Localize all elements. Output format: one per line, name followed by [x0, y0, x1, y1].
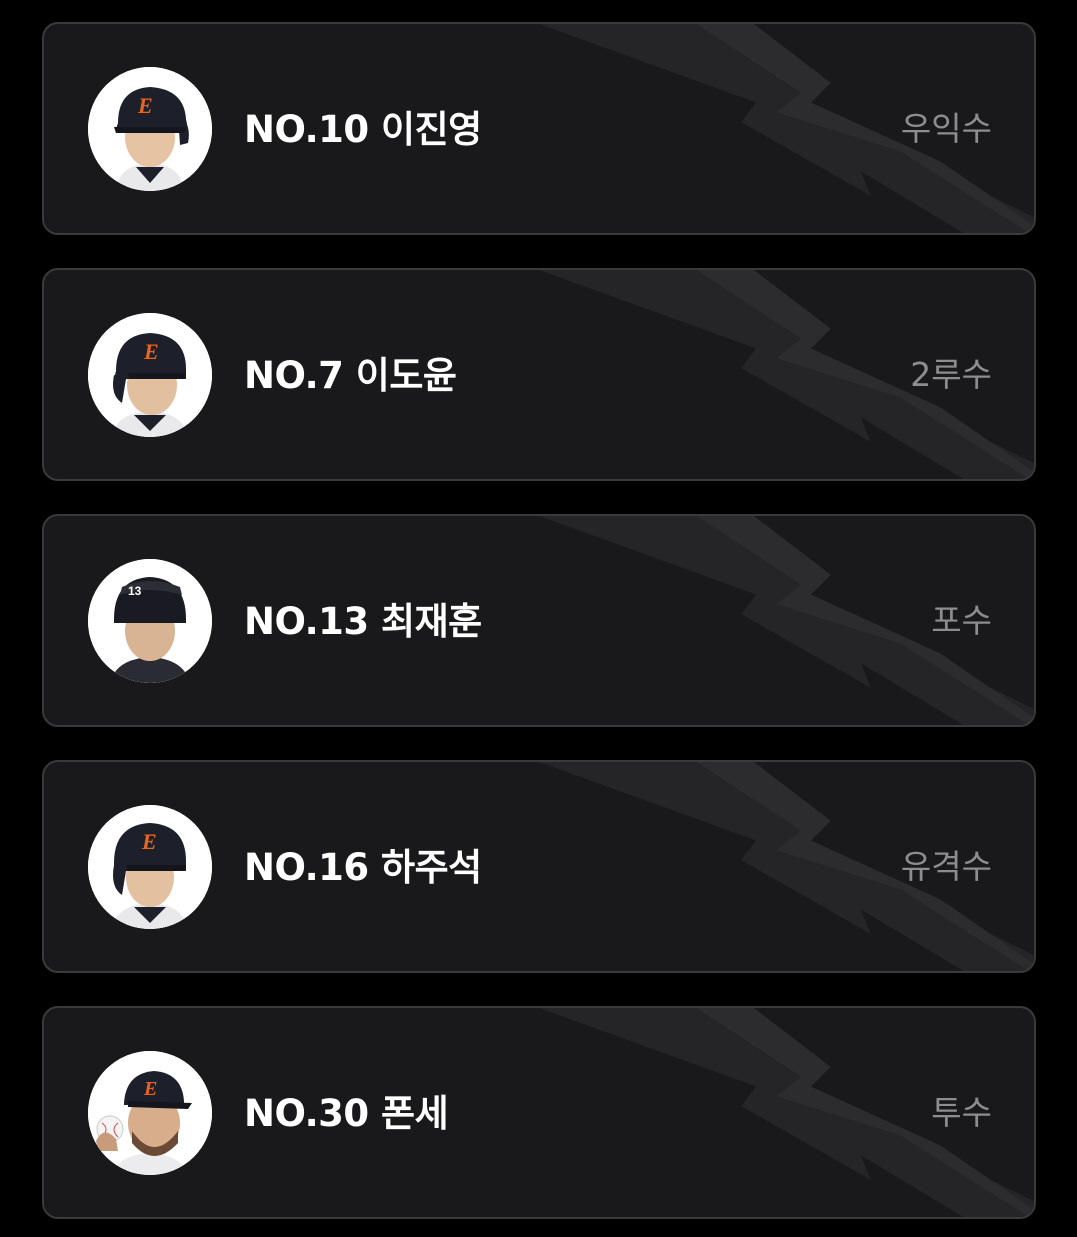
player-card-13[interactable]: 13 NO.13 최재훈 포수 — [42, 514, 1036, 727]
player-avatar: E — [88, 805, 212, 929]
svg-text:E: E — [143, 339, 159, 364]
player-card-7[interactable]: E NO.7 이도윤 2루수 — [42, 268, 1036, 481]
player-name: NO.10 이진영 — [244, 108, 482, 151]
player-card-10[interactable]: E NO.10 이진영 우익수 — [42, 22, 1036, 235]
player-avatar: E — [88, 313, 212, 437]
player-avatar: E — [88, 1051, 212, 1175]
player-name: NO.13 최재훈 — [244, 600, 482, 643]
player-position: 유격수 — [900, 847, 992, 886]
player-name: NO.7 이도윤 — [244, 354, 457, 397]
player-avatar: 13 — [88, 559, 212, 683]
player-position: 2루수 — [910, 355, 992, 394]
player-avatar: E — [88, 67, 212, 191]
player-name: NO.16 하주석 — [244, 846, 482, 889]
player-card-16[interactable]: E NO.16 하주석 유격수 — [42, 760, 1036, 973]
player-position: 포수 — [931, 601, 992, 640]
player-card-30[interactable]: E NO.30 폰세 투수 — [42, 1006, 1036, 1219]
player-position: 우익수 — [900, 109, 992, 148]
player-name: NO.30 폰세 — [244, 1092, 449, 1135]
svg-text:13: 13 — [128, 584, 142, 598]
player-position: 투수 — [931, 1093, 992, 1132]
svg-text:E: E — [137, 93, 153, 118]
svg-text:E: E — [141, 829, 157, 854]
svg-text:E: E — [143, 1078, 157, 1100]
player-list: E NO.10 이진영 우익수 E NO.7 이도윤 2루수 13 NO.13 … — [42, 22, 1036, 1219]
